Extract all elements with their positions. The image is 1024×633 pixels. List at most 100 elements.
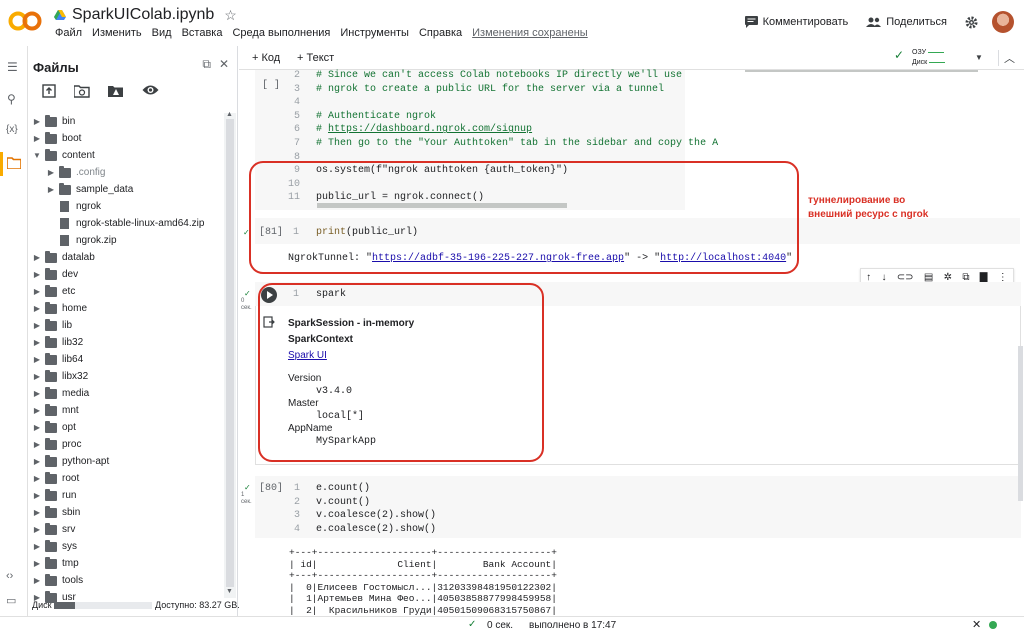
- mirror-cell-icon[interactable]: ⧉: [962, 272, 969, 283]
- comment-cell-icon[interactable]: ▤: [924, 272, 933, 283]
- notebook-scrollbar[interactable]: [1017, 70, 1024, 616]
- terminal-icon[interactable]: ▭: [6, 594, 16, 607]
- chevron-right-icon[interactable]: ▶: [46, 168, 56, 177]
- folder-item[interactable]: ▶ lib: [28, 317, 224, 334]
- scrollbar-thumb[interactable]: [226, 119, 234, 587]
- link-icon[interactable]: ⊂⊃: [897, 272, 914, 283]
- folder-item[interactable]: ▶ bin: [28, 113, 224, 130]
- chevron-right-icon[interactable]: ▶: [32, 542, 42, 551]
- file-item[interactable]: ngrok-stable-linux-amd64.zip: [28, 215, 224, 232]
- menu-item[interactable]: Вид: [147, 27, 177, 39]
- chevron-right-icon[interactable]: ▶: [32, 457, 42, 466]
- chevron-right-icon[interactable]: ▶: [32, 321, 42, 330]
- menu-item[interactable]: Среда выполнения: [227, 27, 335, 39]
- chevron-right-icon[interactable]: ▶: [32, 423, 42, 432]
- menu-item[interactable]: Вставка: [177, 27, 228, 39]
- chevron-right-icon[interactable]: ▶: [32, 440, 42, 449]
- folder-item[interactable]: ▶ datalab: [28, 249, 224, 266]
- menu-item[interactable]: Справка: [414, 27, 467, 39]
- folder-item[interactable]: ▶ lib64: [28, 351, 224, 368]
- add-code-button[interactable]: + Код: [252, 52, 280, 64]
- mount-drive-icon[interactable]: [108, 84, 124, 98]
- star-icon[interactable]: ☆: [224, 7, 237, 24]
- folder-item[interactable]: ▶ etc: [28, 283, 224, 300]
- colab-logo-icon[interactable]: [8, 10, 42, 32]
- refresh-folder-icon[interactable]: [74, 84, 90, 98]
- close-status-icon[interactable]: ✕: [972, 618, 981, 631]
- chevron-right-icon[interactable]: ▶: [32, 117, 42, 126]
- folder-item[interactable]: ▶ media: [28, 385, 224, 402]
- folder-item[interactable]: ▶ tools: [28, 572, 224, 589]
- folder-item[interactable]: ▶ proc: [28, 436, 224, 453]
- folder-item[interactable]: ▶ mnt: [28, 402, 224, 419]
- chevron-right-icon[interactable]: ▶: [32, 287, 42, 296]
- chevron-right-icon[interactable]: ▶: [32, 372, 42, 381]
- close-icon[interactable]: ✕: [219, 57, 229, 72]
- settings-button[interactable]: [965, 16, 978, 29]
- chevron-right-icon[interactable]: ▶: [32, 270, 42, 279]
- folder-item[interactable]: ▶ .config: [28, 164, 224, 181]
- table-of-contents-icon[interactable]: ☰: [7, 60, 18, 74]
- chevron-right-icon[interactable]: ▶: [32, 508, 42, 517]
- chevron-down-icon[interactable]: ▼: [32, 151, 42, 160]
- search-icon[interactable]: ⚲: [7, 92, 16, 106]
- visibility-icon[interactable]: [142, 84, 159, 96]
- move-up-icon[interactable]: ↑: [866, 272, 871, 283]
- file-item[interactable]: ngrok.zip: [28, 232, 224, 249]
- open-in-tab-icon[interactable]: ⧉: [202, 57, 211, 72]
- chevron-right-icon[interactable]: ▶: [32, 304, 42, 313]
- save-status[interactable]: Изменения сохранены: [467, 27, 593, 39]
- folder-item[interactable]: ▶ root: [28, 470, 224, 487]
- scroll-up-icon[interactable]: ▲: [226, 111, 233, 118]
- folder-item[interactable]: ▶ boot: [28, 130, 224, 147]
- chevron-right-icon[interactable]: ▶: [32, 338, 42, 347]
- notebook-scrollbar-thumb[interactable]: [1018, 346, 1023, 501]
- add-text-button[interactable]: + Текст: [297, 52, 334, 64]
- scroll-down-icon[interactable]: ▼: [226, 588, 233, 595]
- chevron-right-icon[interactable]: ▶: [32, 474, 42, 483]
- notebook-name[interactable]: SparkUIColab.ipynb: [72, 6, 214, 24]
- menu-item[interactable]: Изменить: [87, 27, 147, 39]
- folder-item[interactable]: ▼ content: [28, 147, 224, 164]
- file-item[interactable]: ngrok: [28, 198, 224, 215]
- chevron-right-icon[interactable]: ▶: [32, 559, 42, 568]
- folder-item[interactable]: ▶ tmp: [28, 555, 224, 572]
- avatar[interactable]: [992, 11, 1014, 33]
- folder-icon[interactable]: [7, 157, 21, 169]
- cell-1-exec-count[interactable]: [ ]: [262, 80, 280, 91]
- chevron-right-icon[interactable]: ▶: [32, 253, 42, 262]
- chevron-right-icon[interactable]: ▶: [32, 576, 42, 585]
- folder-item[interactable]: ▶ libx32: [28, 368, 224, 385]
- folder-item[interactable]: ▶ sys: [28, 538, 224, 555]
- chevron-right-icon[interactable]: ▶: [32, 389, 42, 398]
- menu-item[interactable]: Инструменты: [335, 27, 414, 39]
- folder-item[interactable]: ▶ home: [28, 300, 224, 317]
- collapse-toolbar-icon[interactable]: ︿: [1004, 50, 1015, 66]
- chevron-right-icon[interactable]: ▶: [32, 134, 42, 143]
- chevron-right-icon[interactable]: ▶: [32, 355, 42, 364]
- chevron-right-icon[interactable]: ▶: [32, 406, 42, 415]
- menu-item[interactable]: Файл: [50, 27, 87, 39]
- delete-icon[interactable]: ▇: [980, 272, 988, 283]
- folder-item[interactable]: ▶ sbin: [28, 504, 224, 521]
- resources-dropdown-icon[interactable]: ▼: [975, 53, 983, 62]
- chevron-right-icon[interactable]: ▶: [46, 185, 56, 194]
- files-scrollbar[interactable]: ▲ ▼: [224, 111, 236, 598]
- ngrok-signup-link[interactable]: https://dashboard.ngrok.com/signup: [328, 124, 532, 135]
- more-options-icon[interactable]: ⋮: [998, 272, 1008, 283]
- move-down-icon[interactable]: ↓: [881, 272, 886, 283]
- folder-item[interactable]: ▶ lib32: [28, 334, 224, 351]
- upload-icon[interactable]: [42, 84, 56, 98]
- variables-icon[interactable]: {x}: [6, 124, 18, 135]
- comment-button[interactable]: Комментировать: [744, 16, 848, 28]
- folder-item[interactable]: ▶ opt: [28, 419, 224, 436]
- folder-item[interactable]: ▶ python-apt: [28, 453, 224, 470]
- cell-settings-icon[interactable]: ✲: [944, 272, 952, 283]
- share-button[interactable]: Поделиться: [866, 16, 947, 28]
- folder-item[interactable]: ▶ sample_data: [28, 181, 224, 198]
- folder-item[interactable]: ▶ dev: [28, 266, 224, 283]
- code-snippets-icon[interactable]: ‹›: [6, 570, 13, 582]
- folder-item[interactable]: ▶ run: [28, 487, 224, 504]
- resources-indicator[interactable]: ✓ ОЗУ Диск: [894, 48, 946, 68]
- chevron-right-icon[interactable]: ▶: [32, 525, 42, 534]
